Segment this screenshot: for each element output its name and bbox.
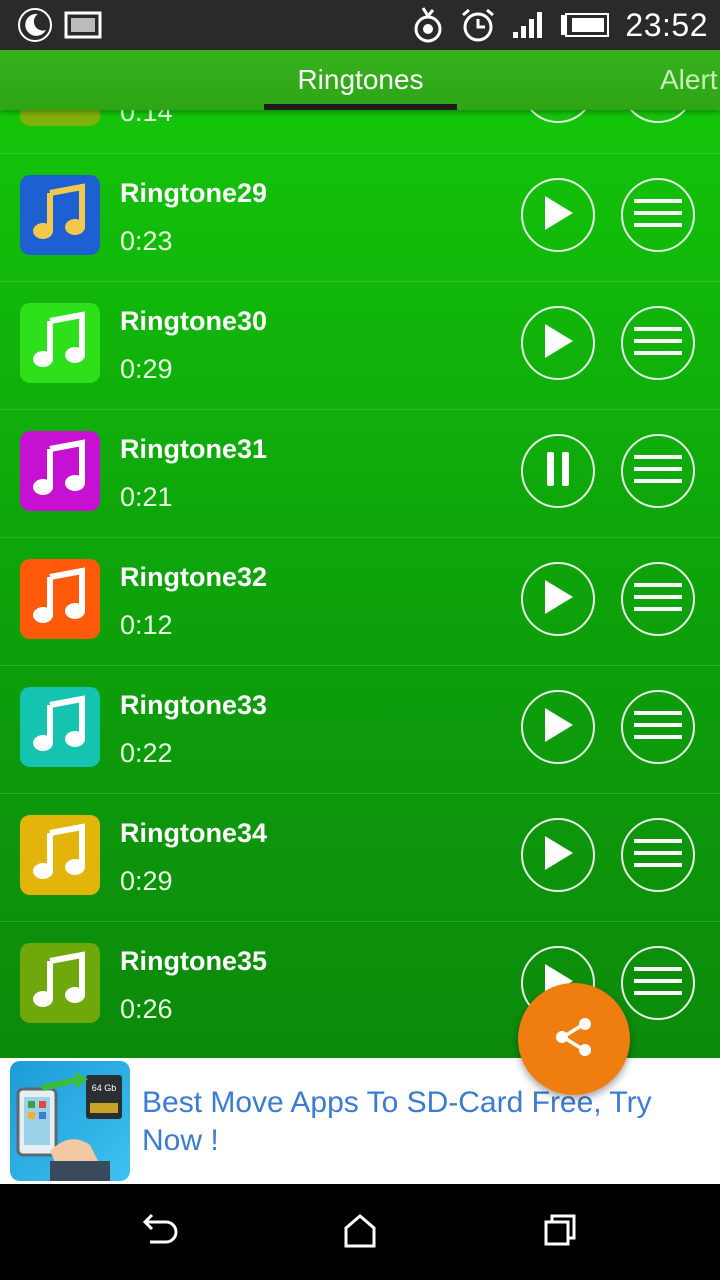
ringtone-title: Ringtone31 (120, 434, 268, 464)
options-button[interactable] (621, 178, 695, 252)
menu-icon (634, 709, 682, 746)
play-button[interactable] (521, 110, 595, 123)
clock: 23:52 (625, 6, 708, 43)
list-item[interactable]: Ringtone31 0:21 (0, 409, 720, 538)
options-button[interactable] (621, 306, 695, 380)
tab-bar: Ringtones Alert (0, 50, 720, 110)
list-item[interactable]: Ringtone33 0:22 (0, 665, 720, 794)
options-button[interactable] (621, 818, 695, 892)
menu-icon (634, 197, 682, 234)
options-button[interactable] (621, 434, 695, 508)
share-icon (552, 1015, 596, 1064)
ringtone-duration: 0:29 (120, 866, 173, 896)
share-button[interactable] (518, 983, 630, 1095)
music-note-icon (30, 310, 90, 376)
ringtone-thumb (20, 943, 100, 1023)
play-button[interactable] (521, 690, 595, 764)
ringtone-list[interactable]: 0:14 Ringtone29 0:23 Ringtone30 0:29 Rin… (0, 110, 720, 1058)
ringtone-thumb (20, 687, 100, 767)
play-button[interactable] (521, 562, 595, 636)
ringtone-title: Ringtone34 (120, 818, 268, 848)
list-item[interactable]: Ringtone32 0:12 (0, 537, 720, 666)
signal-icon (509, 6, 547, 44)
play-button[interactable] (521, 178, 595, 252)
options-button[interactable] (621, 946, 695, 1020)
night-mode-icon (16, 6, 54, 44)
play-button[interactable] (521, 306, 595, 380)
ringtone-title: Ringtone33 (120, 690, 268, 720)
menu-icon (634, 837, 682, 874)
music-note-icon (30, 694, 90, 760)
play-icon (541, 706, 575, 749)
tab-indicator (264, 104, 457, 110)
ringtone-thumb (20, 175, 100, 255)
ringtone-duration: 0:22 (120, 738, 173, 768)
ringtone-thumb (20, 431, 100, 511)
alarm-icon (459, 6, 497, 44)
music-note-icon (30, 438, 90, 504)
ad-image[interactable]: 64 Gb (10, 1061, 130, 1181)
ringtone-duration: 0:29 (120, 354, 173, 384)
navigation-bar (0, 1184, 720, 1280)
play-icon (541, 578, 575, 621)
list-item[interactable]: 0:14 (0, 110, 720, 153)
sync-icon (409, 6, 447, 44)
ringtone-duration: 0:14 (120, 110, 173, 127)
ad-image-label: 64 Gb (92, 1083, 117, 1093)
play-icon (541, 834, 575, 877)
ringtone-title: Ringtone29 (120, 178, 268, 208)
ringtone-thumb (20, 303, 100, 383)
menu-icon (634, 581, 682, 618)
back-button[interactable] (140, 1212, 180, 1252)
options-button[interactable] (621, 690, 695, 764)
play-button[interactable] (521, 818, 595, 892)
tab-alert[interactable]: Alert (660, 64, 718, 96)
music-note-icon (30, 182, 90, 248)
home-icon (340, 1212, 380, 1253)
menu-icon (634, 325, 682, 362)
ringtone-title: Ringtone32 (120, 562, 268, 592)
ringtone-duration: 0:21 (120, 482, 173, 512)
options-button[interactable] (621, 110, 695, 123)
music-note-icon (30, 110, 90, 119)
battery-icon (559, 6, 611, 44)
ringtone-thumb (20, 815, 100, 895)
home-button[interactable] (340, 1212, 380, 1252)
ringtone-duration: 0:12 (120, 610, 173, 640)
pause-button[interactable] (521, 434, 595, 508)
status-bar: 23:52 (0, 0, 720, 50)
ad-text[interactable]: Best Move Apps To SD-Card Free, Try Now … (142, 1084, 702, 1160)
play-icon (541, 194, 575, 237)
ringtone-duration: 0:26 (120, 994, 173, 1024)
ringtone-title: Ringtone30 (120, 306, 268, 336)
ringtone-thumb (20, 559, 100, 639)
list-item[interactable]: Ringtone34 0:29 (0, 793, 720, 922)
recents-button[interactable] (540, 1212, 580, 1252)
ringtone-thumb (20, 110, 100, 126)
pause-icon (545, 450, 571, 493)
music-note-icon (30, 822, 90, 888)
menu-icon (634, 453, 682, 490)
music-note-icon (30, 566, 90, 632)
back-icon (140, 1212, 180, 1253)
tab-ringtones[interactable]: Ringtones (264, 64, 457, 96)
list-item[interactable]: Ringtone30 0:29 (0, 281, 720, 410)
menu-icon (634, 965, 682, 1002)
recents-icon (540, 1212, 580, 1253)
ringtone-duration: 0:23 (120, 226, 173, 256)
play-icon (541, 322, 575, 365)
ringtone-title: Ringtone35 (120, 946, 268, 976)
list-item[interactable]: Ringtone29 0:23 (0, 153, 720, 282)
music-note-icon (30, 950, 90, 1016)
options-button[interactable] (621, 562, 695, 636)
image-icon (64, 6, 102, 44)
